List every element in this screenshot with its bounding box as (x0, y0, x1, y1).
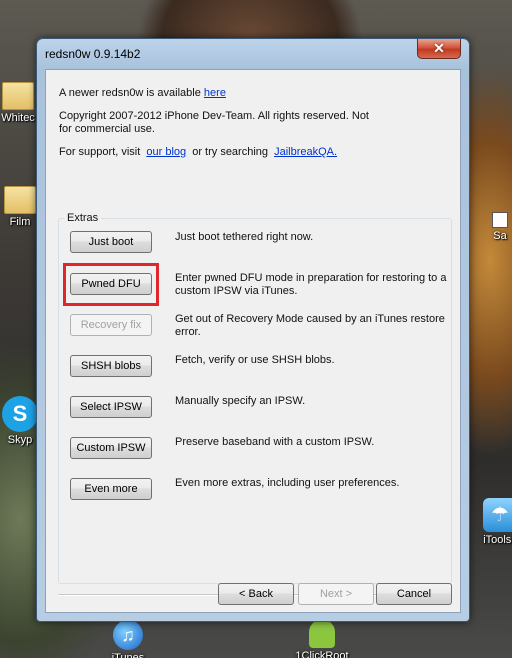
jailbreakqa-link[interactable]: JailbreakQA. (274, 146, 337, 158)
update-notice-text: A newer redsn0w is available (59, 87, 201, 99)
select-ipsw-button[interactable]: Select IPSW (70, 396, 152, 418)
desktop-icon-1clickroot[interactable]: 1ClickRoot (292, 620, 352, 658)
window-client-area: A newer redsn0w is available here Copyri… (45, 69, 461, 613)
just-boot-description: Just boot tethered right now. (175, 231, 314, 243)
select-ipsw-description: Manually specify an IPSW. (175, 395, 306, 407)
update-notice: A newer redsn0w is available here (59, 87, 226, 100)
cancel-button[interactable]: Cancel (376, 583, 452, 605)
android-icon (309, 620, 335, 648)
desktop-icon-sa[interactable]: Sa (470, 212, 512, 242)
copyright-line-1: Copyright 2007-2012 iPhone Dev-Team. All… (59, 110, 369, 122)
support-mid: or try searching (192, 146, 269, 158)
desktop-icon-label: Sa (493, 230, 507, 242)
recovery-fix-button[interactable]: Recovery fix (70, 314, 152, 336)
custom-ipsw-button[interactable]: Custom IPSW (70, 437, 152, 459)
itools-icon: ☂ (483, 498, 512, 532)
desktop-icon-itools[interactable]: ☂ iTools i (470, 498, 512, 546)
desktop-icon-itunes[interactable]: ♫ iTunes (98, 620, 158, 658)
folder-icon (4, 186, 36, 214)
support-prefix: For support, visit (59, 146, 141, 158)
pwned-dfu-description: Enter pwned DFU mode in preparation for … (175, 272, 447, 297)
blog-link[interactable]: our blog (146, 146, 186, 158)
shortcut-icon (492, 212, 508, 228)
close-icon: ✕ (433, 40, 445, 56)
close-button[interactable]: ✕ (417, 39, 461, 59)
just-boot-button[interactable]: Just boot (70, 231, 152, 253)
update-link[interactable]: here (204, 87, 226, 99)
custom-ipsw-description: Preserve baseband with a custom IPSW. (175, 436, 375, 448)
shsh-blobs-description: Fetch, verify or use SHSH blobs. (175, 354, 335, 366)
desktop-icon-label: iTools i (483, 534, 512, 546)
desktop-icon-label: iTunes (111, 652, 145, 658)
next-button[interactable]: Next > (298, 583, 374, 605)
shsh-blobs-button[interactable]: SHSH blobs (70, 355, 152, 377)
copyright-line-2: for commercial use. (59, 123, 155, 135)
desktop-icon-label: 1ClickRoot (295, 650, 349, 658)
recovery-fix-description: Get out of Recovery Mode caused by an iT… (175, 313, 445, 338)
extras-group-label: Extras (64, 212, 102, 224)
title-bar[interactable]: redsn0w 0.9.14b2 ✕ (37, 39, 469, 69)
skype-icon: S (2, 396, 38, 432)
folder-icon (2, 82, 34, 110)
support-line: For support, visit our blog or try searc… (59, 146, 337, 159)
itunes-icon: ♫ (113, 620, 143, 650)
window-title: redsn0w 0.9.14b2 (45, 47, 141, 61)
pwned-dfu-button[interactable]: Pwned DFU (70, 273, 152, 295)
even-more-description: Even more extras, including user prefere… (175, 477, 400, 489)
back-button[interactable]: < Back (218, 583, 294, 605)
even-more-button[interactable]: Even more (70, 478, 152, 500)
redsn0w-window: redsn0w 0.9.14b2 ✕ A newer redsn0w is av… (36, 38, 470, 622)
